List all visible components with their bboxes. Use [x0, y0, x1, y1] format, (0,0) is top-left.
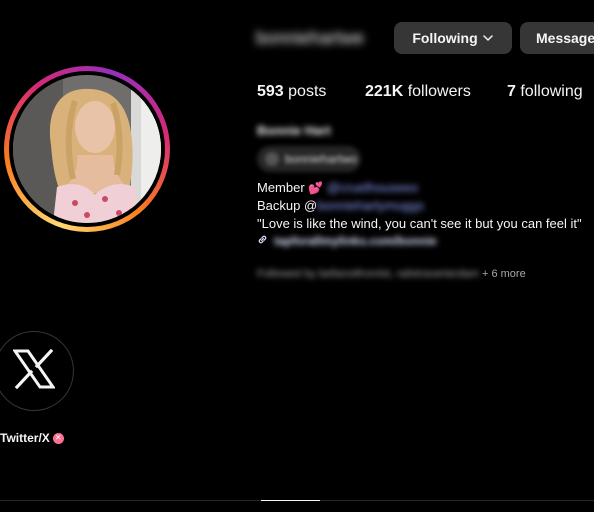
message-button-label: Message — [536, 30, 594, 46]
highlight-twitter-x[interactable] — [0, 331, 74, 411]
profile-username: bonniehartwe — [256, 28, 365, 48]
avatar-ring-gap — [9, 71, 165, 227]
followers-count[interactable]: 221K followers — [365, 83, 471, 101]
bio-link-text: tapforallmylinks.com/bonnie — [274, 234, 437, 248]
followed-by[interactable]: Followed by bellanotfromlst, railstraver… — [257, 268, 526, 280]
bio-backup-prefix: Backup @ — [257, 198, 318, 213]
bio-backup-mention[interactable]: bonniehartymuggs — [317, 198, 424, 213]
bio-member-line: Member 💕 @cruelhouseeo — [257, 180, 418, 195]
following-count[interactable]: 7 following — [507, 83, 583, 101]
profile-page: bonniehartwe Following Message 593 posts… — [0, 0, 594, 512]
highlight-label-text: Twitter/X — [0, 431, 50, 445]
posts-count-label: posts — [288, 83, 327, 100]
followers-count-value: 221K — [365, 83, 404, 100]
profile-full-name: Bonnie Hart — [257, 123, 331, 138]
bio-backup-line: Backup @bonniehartymuggs — [257, 198, 424, 213]
avatar[interactable] — [13, 75, 161, 223]
avatar-photo-image — [13, 75, 161, 223]
heart-icon: 💕 — [308, 181, 324, 195]
threads-icon — [265, 152, 279, 166]
following-button[interactable]: Following — [394, 22, 512, 54]
following-button-label: Following — [412, 30, 478, 46]
chevron-down-icon — [482, 32, 494, 44]
x-logo-icon — [12, 348, 56, 394]
bio-member-mention[interactable]: @cruelhouseeo — [327, 180, 418, 195]
bio-member-prefix: Member — [257, 180, 305, 195]
posts-count-value: 593 — [257, 83, 284, 100]
highlight-label: Twitter/X ✕ — [0, 431, 64, 445]
followers-count-label: followers — [407, 83, 471, 100]
threads-badge[interactable]: bonniehartwo — [257, 146, 361, 172]
followed-by-names: Followed by bellanotfromlst, railstraver… — [257, 268, 479, 280]
message-button[interactable]: Message — [520, 22, 594, 54]
link-icon — [257, 234, 268, 248]
followed-by-more: + 6 more — [481, 268, 526, 280]
active-tab-indicator — [261, 500, 320, 501]
posts-count: 593 posts — [257, 83, 326, 101]
following-count-value: 7 — [507, 83, 516, 100]
bio-link[interactable]: tapforallmylinks.com/bonnie — [257, 234, 437, 248]
profile-avatar-story-ring[interactable] — [4, 66, 170, 232]
badge-icon: ✕ — [52, 432, 64, 444]
following-count-label: following — [520, 83, 583, 100]
threads-handle: bonniehartwo — [285, 152, 358, 166]
bio-quote: "Love is like the wind, you can't see it… — [257, 216, 582, 231]
